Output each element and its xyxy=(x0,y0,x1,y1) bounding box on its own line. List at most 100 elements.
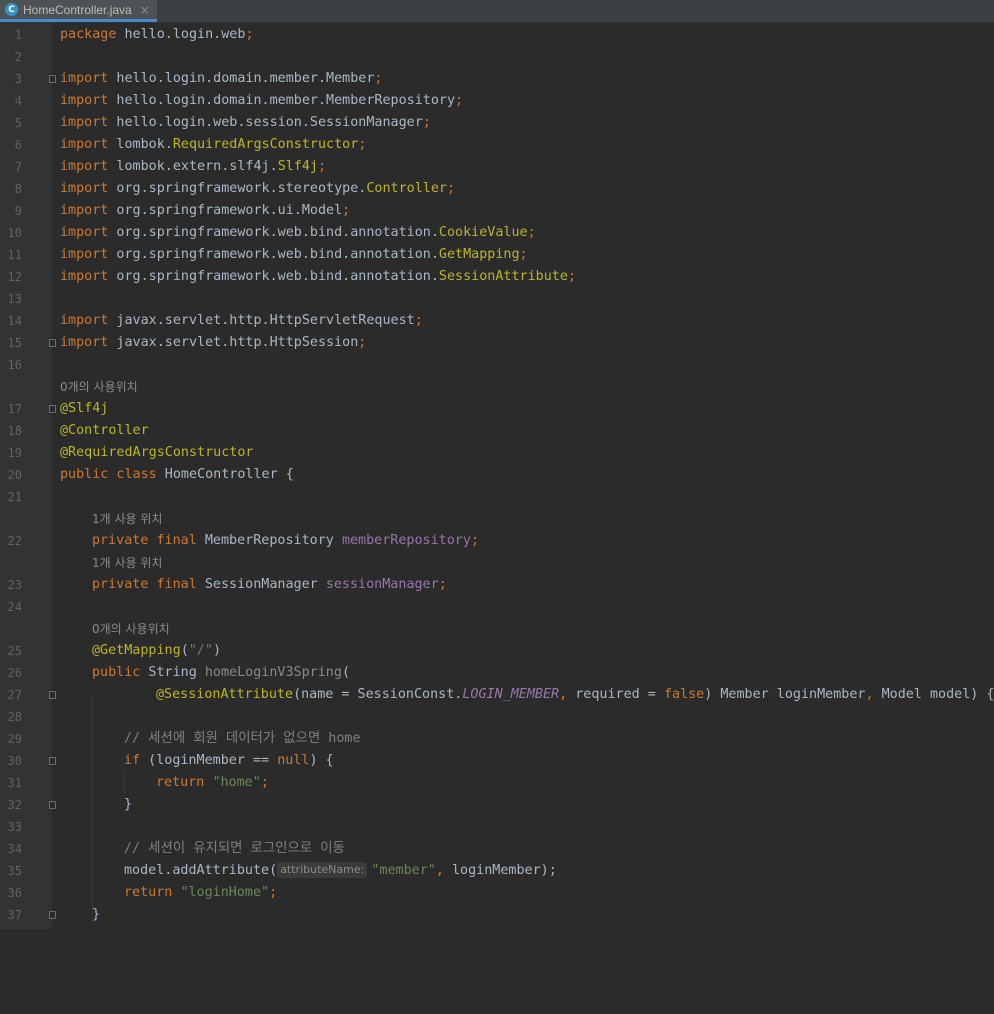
usage-hint[interactable]: 1개 사용 위치 xyxy=(0,508,994,530)
code-line: 14 import javax.servlet.http.HttpServlet… xyxy=(0,310,994,332)
code-text: required = xyxy=(575,687,664,702)
line-number: 14 xyxy=(7,314,22,328)
import-path: javax.servlet.http.HttpSession xyxy=(108,335,359,350)
code-line: 15 import javax.servlet.http.HttpSession… xyxy=(0,332,994,354)
keyword: import xyxy=(60,71,109,86)
keyword: public xyxy=(92,665,141,680)
close-icon[interactable]: × xyxy=(140,3,150,17)
code-line: 2 xyxy=(0,46,994,68)
line-number: 3 xyxy=(14,72,22,86)
fold-marker-icon[interactable] xyxy=(49,405,56,413)
code-line: 7 import lombok.extern.slf4j.Slf4j; xyxy=(0,156,994,178)
import-path: org.springframework.stereotype. xyxy=(108,181,367,196)
line-number: 22 xyxy=(7,534,22,548)
paren: ) xyxy=(212,643,221,658)
keyword: private final xyxy=(92,577,197,592)
line-number: 36 xyxy=(7,886,22,900)
code-text: Model model) { xyxy=(881,687,994,702)
parameter-hint: attributeName: xyxy=(277,862,368,878)
code-editor[interactable]: 1 package hello.login.web; 2 3 import he… xyxy=(0,23,994,929)
keyword: null xyxy=(277,753,310,768)
usage-hint-text[interactable]: 1개 사용 위치 xyxy=(92,552,162,574)
code-line: 30 if (loginMember == null) { xyxy=(0,750,994,772)
line-number: 19 xyxy=(7,446,22,460)
keyword: return xyxy=(124,885,181,900)
line-number: 24 xyxy=(7,600,22,614)
import-path: lombok.extern.slf4j. xyxy=(108,159,278,174)
line-number: 25 xyxy=(7,644,22,658)
fold-marker-icon[interactable] xyxy=(49,75,56,83)
fold-marker-icon[interactable] xyxy=(49,911,56,919)
fold-marker-icon[interactable] xyxy=(49,801,56,809)
usage-hint-text[interactable]: 0개의 사용위치 xyxy=(92,618,170,640)
keyword: import xyxy=(60,137,109,152)
code-line: 26 public String homeLoginV3Spring( xyxy=(0,662,994,684)
line-number: 32 xyxy=(7,798,22,812)
import-path: hello.login.domain.member.MemberReposito… xyxy=(108,93,456,108)
code-line: 34 // 세션이 유지되면 로그인으로 이동 xyxy=(0,838,994,860)
tab-homecontroller[interactable]: C HomeController.java × xyxy=(0,0,157,22)
line-number: 1 xyxy=(14,28,22,42)
import-path: org.springframework.web.bind.annotation. xyxy=(108,225,439,240)
line-number: 21 xyxy=(7,490,22,504)
paren: ( xyxy=(180,643,189,658)
paren: ( xyxy=(341,665,350,680)
usage-hint[interactable]: 1개 사용 위치 xyxy=(0,552,994,574)
semicolon: ; xyxy=(374,71,383,86)
code-line: 27 @SessionAttribute(name = SessionConst… xyxy=(0,684,994,706)
string-literal: "/" xyxy=(188,643,213,658)
fold-marker-icon[interactable] xyxy=(49,691,56,699)
comment: // 세션에 회원 데이터가 없으면 home xyxy=(124,731,361,746)
line-number: 27 xyxy=(7,688,22,702)
fold-marker-icon[interactable] xyxy=(49,339,56,347)
code-line: 10 import org.springframework.web.bind.a… xyxy=(0,222,994,244)
line-number: 6 xyxy=(14,138,22,152)
line-number: 10 xyxy=(7,226,22,240)
editor-tab-bar: C HomeController.java × xyxy=(0,0,994,23)
usage-hint[interactable]: 0개의 사용위치 xyxy=(0,618,994,640)
keyword: import xyxy=(60,93,109,108)
type-name: String xyxy=(140,665,205,680)
code-line: 23 private final SessionManager sessionM… xyxy=(0,574,994,596)
keyword: if xyxy=(124,753,141,768)
code-line: 4 import hello.login.domain.member.Membe… xyxy=(0,90,994,112)
code-text: loginMember); xyxy=(451,863,557,878)
keyword: private final xyxy=(92,533,197,548)
string-literal: "member" xyxy=(371,863,436,878)
code-text: ) { xyxy=(309,753,334,768)
line-number: 2 xyxy=(14,50,22,64)
line-number: 29 xyxy=(7,732,22,746)
keyword: public class xyxy=(60,467,157,482)
line-number: 18 xyxy=(7,424,22,438)
code-line: 32 } xyxy=(0,794,994,816)
keyword: import xyxy=(60,181,109,196)
semicolon: ; xyxy=(567,269,576,284)
code-line: 28 xyxy=(0,706,994,728)
string-literal: "loginHome" xyxy=(180,885,270,900)
keyword: import xyxy=(60,225,109,240)
semicolon: ; xyxy=(269,885,278,900)
line-number: 34 xyxy=(7,842,22,856)
usage-hint[interactable]: 0개의 사용위치 xyxy=(0,376,994,398)
code-line: 35 model.addAttribute(attributeName: "mem… xyxy=(0,860,994,882)
fold-marker-icon[interactable] xyxy=(49,757,56,765)
semicolon: ; xyxy=(519,247,528,262)
import-path: org.springframework.web.bind.annotation. xyxy=(108,247,439,262)
code-line: 12 import org.springframework.web.bind.a… xyxy=(0,266,994,288)
field-name: memberRepository xyxy=(341,533,471,548)
usage-hint-text[interactable]: 0개의 사용위치 xyxy=(60,376,138,398)
semicolon: ; xyxy=(245,27,254,42)
keyword: import xyxy=(60,159,109,174)
constant-name: LOGIN_MEMBER xyxy=(462,687,560,702)
code-line: 16 xyxy=(0,354,994,376)
code-text: model.addAttribute( xyxy=(124,863,278,878)
usage-hint-text[interactable]: 1개 사용 위치 xyxy=(92,508,162,530)
annotation: @Slf4j xyxy=(60,401,109,416)
code-line: 1 package hello.login.web; xyxy=(0,24,994,46)
import-path: javax.servlet.http.HttpServletRequest xyxy=(108,313,415,328)
code-text: (name = SessionConst. xyxy=(293,687,463,702)
semicolon: ; xyxy=(446,181,456,196)
code-text: (loginMember == xyxy=(140,753,278,768)
code-line: 22 private final MemberRepository member… xyxy=(0,530,994,552)
line-number: 37 xyxy=(7,908,22,922)
